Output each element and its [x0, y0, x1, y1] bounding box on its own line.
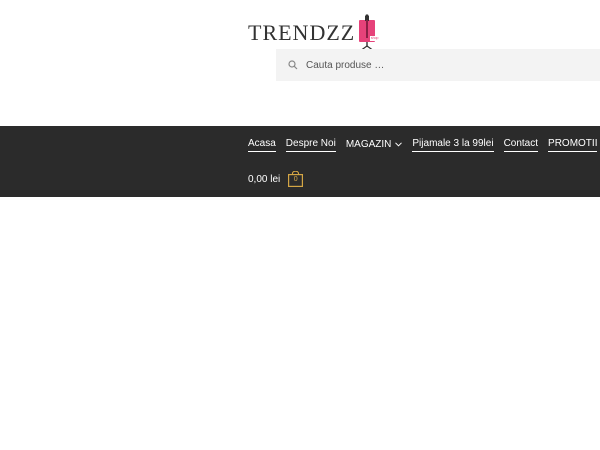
- site-logo[interactable]: TRENDZZ shop: [248, 10, 380, 52]
- dress-form-icon: shop: [357, 14, 380, 52]
- logo-badge: shop: [370, 36, 379, 40]
- shopping-bag-icon[interactable]: 0: [288, 171, 304, 187]
- cart-total: 0,00 lei: [248, 173, 281, 185]
- menu-item-promotii[interactable]: PROMOTII: [548, 138, 598, 152]
- primary-navigation: Acasa Despre Noi MAGAZIN Pijamale 3 la 9…: [0, 126, 600, 197]
- chevron-down-icon: [395, 141, 403, 147]
- menu-item-acasa[interactable]: Acasa: [248, 138, 276, 152]
- search-bar: [276, 49, 600, 81]
- cart-count: 0: [293, 176, 298, 183]
- search-input[interactable]: [306, 59, 586, 71]
- search-icon[interactable]: [286, 58, 300, 72]
- menu-item-despre-noi[interactable]: Despre Noi: [285, 138, 336, 152]
- menu-item-pijamale[interactable]: Pijamale 3 la 99lei: [412, 138, 494, 152]
- menu-item-contact[interactable]: Contact: [503, 138, 539, 152]
- logo-text: TRENDZZ: [248, 20, 356, 45]
- cart-link[interactable]: 0,00 lei 0: [248, 171, 304, 187]
- menu-item-magazin[interactable]: MAGAZIN: [346, 139, 403, 152]
- main-menu: Acasa Despre Noi MAGAZIN Pijamale 3 la 9…: [248, 138, 598, 152]
- menu-item-magazin-label: MAGAZIN: [345, 138, 392, 150]
- page: TRENDZZ shop Cauta produse … Acasa Despr…: [0, 0, 600, 450]
